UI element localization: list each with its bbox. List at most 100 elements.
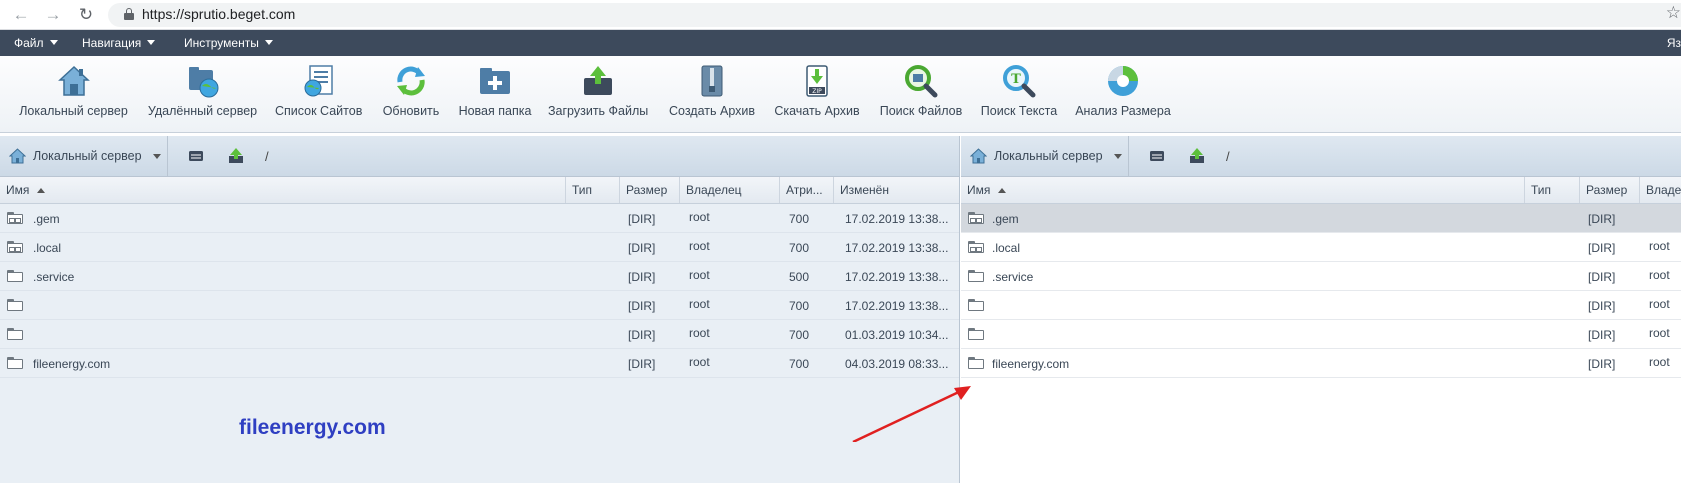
file-modified: 17.02.2019 13:38... bbox=[845, 299, 949, 313]
column-size[interactable]: Размер bbox=[1579, 177, 1639, 203]
back-icon[interactable]: ← bbox=[10, 4, 32, 26]
search-files-icon bbox=[904, 64, 938, 98]
file-name: .gem bbox=[992, 212, 1019, 226]
column-attributes[interactable]: Атри... bbox=[779, 177, 833, 203]
chevron-down-icon bbox=[1114, 154, 1122, 159]
drive-icon[interactable] bbox=[187, 147, 205, 165]
table-row[interactable]: fileenergy.com [DIR] root bbox=[961, 349, 1681, 378]
column-size[interactable]: Размер bbox=[619, 177, 679, 203]
menu-file[interactable]: Файл bbox=[14, 36, 58, 50]
local-server-button[interactable]: Локальный сервер bbox=[17, 64, 130, 118]
left-column-header: Имя Тип Размер Владелец Атри... Изменён bbox=[0, 177, 959, 204]
table-row[interactable]: .gem [DIR] bbox=[961, 204, 1681, 233]
table-row[interactable]: [DIR] root 700 17.02.2019 13:38... bbox=[0, 291, 959, 320]
column-modified[interactable]: Изменён bbox=[833, 177, 959, 203]
svg-text:ZIP: ZIP bbox=[812, 88, 822, 95]
file-name: .gem bbox=[33, 212, 60, 226]
house-icon bbox=[970, 148, 987, 164]
search-text-button[interactable]: T Поиск Текста bbox=[980, 64, 1058, 118]
bookmark-star-icon[interactable]: ☆ bbox=[1666, 3, 1681, 23]
table-row[interactable]: [DIR] root bbox=[961, 320, 1681, 349]
file-name: fileenergy.com bbox=[33, 357, 111, 371]
file-name: .service bbox=[992, 270, 1034, 284]
right-path-bar: Локальный сервер / bbox=[961, 136, 1681, 177]
address-bar[interactable] bbox=[108, 3, 1681, 27]
remote-server-button[interactable]: Удалённый сервер bbox=[146, 64, 259, 118]
file-size: [DIR] bbox=[628, 241, 656, 255]
annotation-text: fileenergy.com bbox=[239, 416, 386, 439]
sort-asc-icon bbox=[998, 188, 1007, 193]
parent-folder-icon[interactable] bbox=[1188, 147, 1206, 165]
file-modified: 17.02.2019 13:38... bbox=[845, 270, 949, 284]
right-file-list: .gem [DIR] .local [DIR] root .service [DIR] roo… bbox=[961, 204, 1681, 378]
table-row[interactable]: fileenergy.com [DIR] root 700 04.03.2019 08:… bbox=[0, 349, 959, 378]
column-type[interactable]: Тип bbox=[565, 177, 619, 203]
folder-icon bbox=[968, 357, 984, 369]
parent-folder-icon[interactable] bbox=[227, 147, 245, 165]
chevron-down-icon bbox=[264, 40, 273, 45]
file-modified: 01.03.2019 10:34... bbox=[845, 328, 949, 342]
drive-icon[interactable] bbox=[1148, 147, 1166, 165]
file-size: [DIR] bbox=[1588, 357, 1616, 371]
toolbar: Локальный сервер Удалённый сервер Список… bbox=[0, 56, 1681, 133]
file-name: .local bbox=[992, 241, 1021, 255]
file-size: [DIR] bbox=[1588, 270, 1616, 284]
site-list-icon bbox=[302, 64, 336, 98]
folder-icon bbox=[968, 241, 984, 253]
file-modified: 04.03.2019 08:33... bbox=[845, 357, 949, 371]
column-owner[interactable]: Владелец bbox=[679, 177, 779, 203]
new-folder-button[interactable]: Новая папка bbox=[456, 64, 534, 118]
menu-language[interactable]: Яз bbox=[1667, 36, 1681, 50]
file-owner: root bbox=[1649, 268, 1670, 282]
file-owner: root bbox=[689, 326, 710, 340]
file-attributes: 700 bbox=[789, 241, 810, 255]
folder-icon bbox=[7, 270, 23, 282]
file-attributes: 700 bbox=[789, 299, 810, 313]
left-file-list: .gem [DIR] root 700 17.02.2019 13:38... .loca… bbox=[0, 204, 959, 378]
menu-tools[interactable]: Инструменты bbox=[184, 36, 273, 50]
file-owner: root bbox=[1649, 326, 1670, 340]
left-current-path: / bbox=[265, 149, 269, 164]
left-path-bar: Локальный сервер / bbox=[0, 136, 959, 177]
table-row[interactable]: .gem [DIR] root 700 17.02.2019 13:38... bbox=[0, 204, 959, 233]
table-row[interactable]: .service [DIR] root 500 17.02.2019 13:38... bbox=[0, 262, 959, 291]
file-modified: 17.02.2019 13:38... bbox=[845, 241, 949, 255]
table-row[interactable]: .local [DIR] root 700 17.02.2019 13:38... bbox=[0, 233, 959, 262]
column-name[interactable]: Имя bbox=[0, 177, 565, 203]
create-archive-button[interactable]: Создать Архив bbox=[668, 64, 756, 118]
table-row[interactable]: [DIR] root 700 01.03.2019 10:34... bbox=[0, 320, 959, 349]
download-archive-button[interactable]: ZIP Скачать Архив bbox=[773, 64, 861, 118]
file-owner: root bbox=[689, 297, 710, 311]
site-list-button[interactable]: Список Сайтов bbox=[275, 64, 362, 118]
column-type[interactable]: Тип bbox=[1524, 177, 1579, 203]
search-files-button[interactable]: Поиск Файлов bbox=[877, 64, 965, 118]
svg-text:T: T bbox=[1011, 72, 1021, 87]
file-owner: root bbox=[1649, 239, 1670, 253]
file-owner: root bbox=[1649, 297, 1670, 311]
file-owner: root bbox=[1649, 355, 1670, 369]
file-size: [DIR] bbox=[628, 357, 656, 371]
upload-icon bbox=[581, 64, 615, 98]
file-owner: root bbox=[689, 355, 710, 369]
table-row[interactable]: .service [DIR] root bbox=[961, 262, 1681, 291]
file-size: [DIR] bbox=[1588, 212, 1616, 226]
table-row[interactable]: [DIR] root bbox=[961, 291, 1681, 320]
column-name[interactable]: Имя bbox=[961, 177, 1524, 203]
file-size: [DIR] bbox=[1588, 328, 1616, 342]
file-owner: root bbox=[689, 239, 710, 253]
column-owner[interactable]: Владе bbox=[1639, 177, 1681, 203]
right-column-header: Имя Тип Размер Владе bbox=[961, 177, 1681, 204]
left-server-select[interactable]: Локальный сервер bbox=[0, 136, 168, 176]
chevron-down-icon bbox=[153, 154, 161, 159]
forward-icon[interactable]: → bbox=[42, 4, 64, 26]
chevron-down-icon bbox=[49, 40, 58, 45]
refresh-button[interactable]: Обновить bbox=[380, 64, 442, 118]
upload-files-button[interactable]: Загрузить Файлы bbox=[548, 64, 648, 118]
right-server-select[interactable]: Локальный сервер bbox=[961, 136, 1129, 176]
url-text[interactable]: https://sprutio.beget.com bbox=[142, 6, 295, 22]
reload-icon[interactable]: ↻ bbox=[75, 4, 97, 26]
menu-navigation[interactable]: Навигация bbox=[82, 36, 156, 50]
pie-chart-icon bbox=[1106, 64, 1140, 98]
table-row[interactable]: .local [DIR] root bbox=[961, 233, 1681, 262]
size-analysis-button[interactable]: Анализ Размера bbox=[1073, 64, 1173, 118]
